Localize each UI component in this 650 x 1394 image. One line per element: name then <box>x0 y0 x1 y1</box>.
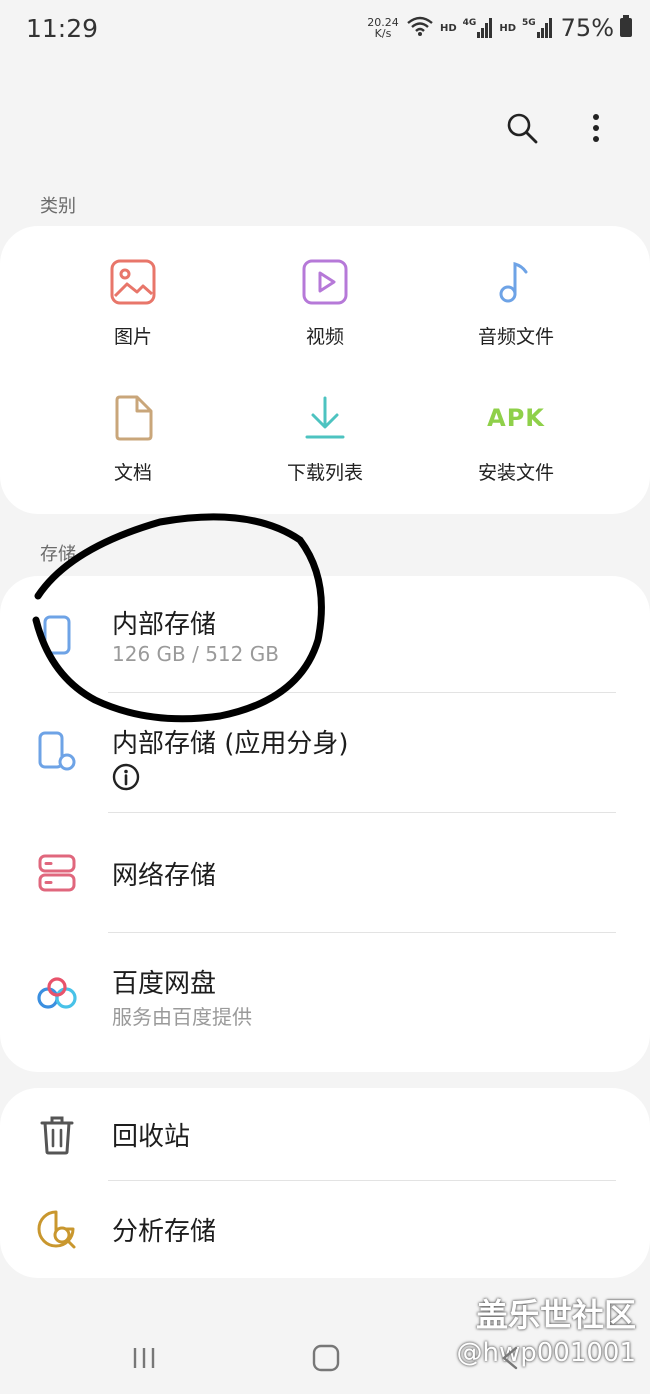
network-storage-icon <box>34 850 80 896</box>
image-icon <box>105 254 161 310</box>
info-icon <box>112 763 140 791</box>
status-bar: 11:29 20.24 K/s HD 4G HD 5G 75% <box>0 0 650 60</box>
signal-5g-icon: 5G <box>522 18 553 38</box>
storage-baidu-netdisk[interactable]: 百度网盘 服务由百度提供 <box>0 933 650 1053</box>
analyze-storage-row[interactable]: 分析存储 <box>0 1181 650 1278</box>
category-downloads[interactable]: 下载列表 <box>245 390 405 485</box>
storage-header: 存储 <box>40 544 76 565</box>
wifi-icon <box>406 15 434 41</box>
storage-internal[interactable]: 内部存储 126 GB / 512 GB <box>0 576 650 692</box>
categories-card: 图片 视频 音频文件 文档 下载列表 APK 安装文件 <box>0 226 650 514</box>
hd-badge-2: HD <box>499 22 516 34</box>
more-vertical-icon <box>593 114 599 142</box>
search-icon <box>507 113 538 144</box>
category-installers[interactable]: APK 安装文件 <box>436 390 596 485</box>
battery-icon <box>620 15 632 41</box>
apk-icon: APK <box>487 404 545 432</box>
battery-percent: 75% <box>560 14 614 42</box>
back-icon <box>502 1346 518 1370</box>
top-actions <box>502 108 616 148</box>
search-button[interactable] <box>502 108 542 148</box>
network-speed: 20.24 K/s <box>367 16 399 40</box>
hd-badge: HD <box>440 22 457 34</box>
tools-card: 回收站 分析存储 <box>0 1088 650 1278</box>
back-button[interactable] <box>490 1338 530 1378</box>
storage-network[interactable]: 网络存储 <box>0 813 650 932</box>
more-options-button[interactable] <box>576 108 616 148</box>
music-icon <box>488 254 544 310</box>
document-icon <box>105 390 161 446</box>
home-button[interactable] <box>306 1338 346 1378</box>
categories-header: 类别 <box>40 196 76 217</box>
home-icon <box>312 1344 340 1372</box>
phone-icon <box>34 612 80 658</box>
category-documents[interactable]: 文档 <box>53 390 213 485</box>
storage-dual-app[interactable]: 内部存储 (应用分身) <box>0 693 650 812</box>
status-icons: 20.24 K/s HD 4G HD 5G 75% <box>366 14 632 42</box>
recycle-bin-row[interactable]: 回收站 <box>0 1088 650 1180</box>
category-videos[interactable]: 视频 <box>245 254 405 349</box>
status-time: 11:29 <box>26 14 99 43</box>
dual-app-phone-icon <box>34 729 80 775</box>
analyze-storage-icon <box>34 1207 80 1253</box>
category-audio[interactable]: 音频文件 <box>436 254 596 349</box>
category-images[interactable]: 图片 <box>53 254 213 349</box>
video-icon <box>297 254 353 310</box>
navigation-bar <box>0 1320 650 1394</box>
recent-apps-button[interactable] <box>124 1338 164 1378</box>
storage-card: 内部存储 126 GB / 512 GB 内部存储 (应用分身) 网络存储 百度… <box>0 576 650 1072</box>
info-button[interactable] <box>112 763 140 795</box>
baidu-netdisk-icon <box>34 971 80 1017</box>
signal-4g-icon: 4G <box>463 18 494 38</box>
download-icon <box>297 390 353 446</box>
trash-icon <box>34 1112 80 1158</box>
recent-apps-icon <box>133 1348 155 1368</box>
